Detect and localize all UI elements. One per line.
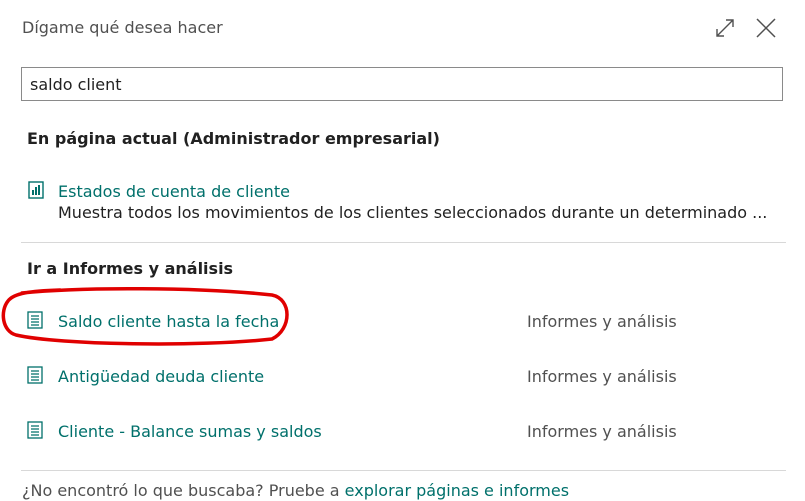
- footer-prefix: ¿No encontró lo que buscaba? Pruebe a: [22, 481, 345, 500]
- result-link-balance-sumas[interactable]: Cliente - Balance sumas y saldos: [58, 422, 322, 441]
- result-category: Informes y análisis: [527, 367, 677, 386]
- report-icon: [27, 366, 43, 384]
- explore-pages-link[interactable]: explorar páginas e informes: [345, 481, 569, 500]
- dialog-title: Dígame qué desea hacer: [22, 18, 223, 37]
- search-input[interactable]: [21, 67, 783, 101]
- section-header-current-page: En página actual (Administrador empresar…: [27, 129, 440, 148]
- result-link-saldo-cliente[interactable]: Saldo cliente hasta la fecha: [58, 312, 279, 331]
- footer-text: ¿No encontró lo que buscaba? Pruebe a ex…: [22, 481, 569, 500]
- report-icon: [27, 311, 43, 329]
- result-link-estados-cuenta[interactable]: Estados de cuenta de cliente: [58, 182, 290, 201]
- report-icon: [27, 421, 43, 439]
- expand-icon[interactable]: [713, 16, 737, 40]
- close-icon[interactable]: [754, 16, 778, 40]
- section-header-reports: Ir a Informes y análisis: [27, 259, 234, 278]
- result-category: Informes y análisis: [527, 312, 677, 331]
- result-description: Muestra todos los movimientos de los cli…: [58, 203, 768, 222]
- result-category: Informes y análisis: [527, 422, 677, 441]
- result-link-antiguedad-deuda[interactable]: Antigüedad deuda cliente: [58, 367, 264, 386]
- divider: [21, 242, 786, 243]
- divider: [21, 470, 786, 471]
- report-chart-icon: [28, 181, 44, 199]
